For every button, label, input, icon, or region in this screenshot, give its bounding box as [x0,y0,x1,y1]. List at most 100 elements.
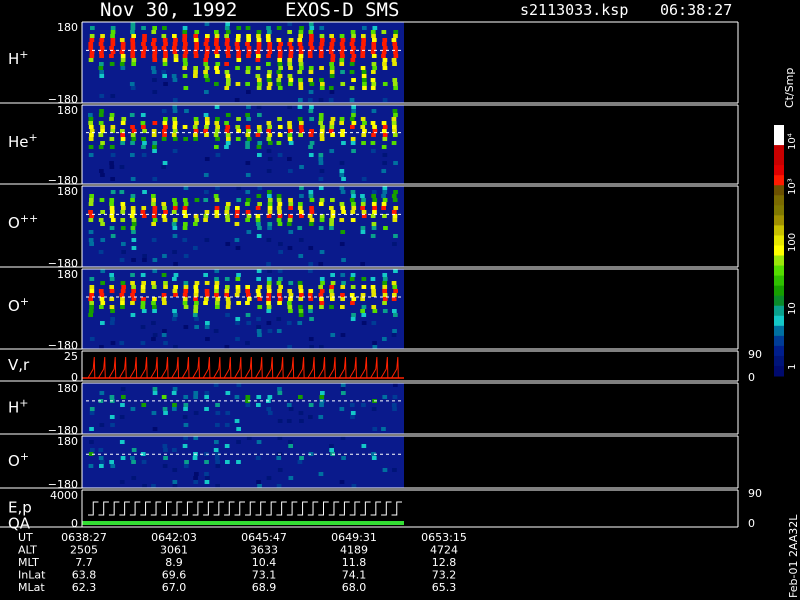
spectrogram-cell [130,281,135,285]
spectrogram-cell [235,246,241,250]
spectrogram-cell [391,58,397,62]
spectrogram-cell [172,484,178,488]
spectrogram-cell [329,206,334,210]
spectrogram-cell [245,145,250,149]
spectrogram-cell [100,238,106,242]
spectrogram-cell [288,66,293,70]
spectrogram-cell [361,285,367,289]
spectrogram-cell [183,325,189,329]
spectrogram-cell [341,456,346,460]
spectrogram-cell [140,210,146,214]
spectrogram-cell [392,42,398,46]
spectrogram-cell [235,66,240,70]
spectrogram-cell [236,427,241,431]
spectrogram-cell [235,289,241,293]
spectrogram-cell [152,210,158,214]
spectrogram-cell [307,54,313,58]
spectrogram-cell [182,34,188,38]
spectrogram-cell [140,289,146,293]
spectrogram-cell [329,42,335,46]
spectrogram-cell [329,149,335,153]
spectrogram-cell [308,222,314,226]
spectrogram-cell [194,42,199,46]
spectrogram-cell [372,345,378,349]
spectrogram-cell [298,125,304,129]
spectrogram-cell [215,297,221,301]
spectrogram-cell [203,218,208,222]
spectrogram-cell [193,293,199,297]
spectrogram-cell [90,448,95,452]
spectrogram-cell [235,285,241,289]
colorbar-swatch [774,155,784,166]
spectrogram-cell [100,269,106,273]
spectrogram-cell [140,121,146,125]
spectrogram-cell [119,293,125,297]
spectrogram-cell [162,161,168,165]
spectrogram-cell [298,34,303,38]
spectrogram-cell [130,293,135,297]
spectrogram-cell [319,42,325,46]
spectrogram-cell [100,141,105,145]
spectrogram-cell [277,202,283,206]
spectrogram-cell [340,206,346,210]
spectrogram-cell [205,321,210,325]
spectrogram-cell [109,277,115,281]
spectrogram-cell [120,133,125,137]
spectrogram-cell [277,86,283,90]
spectrogram-cell [318,177,324,181]
spectrogram-cell [235,317,241,321]
spectrogram-cell [349,277,355,281]
colorbar-swatch [774,315,784,327]
spectrogram-cell [109,161,114,165]
spectrogram-cell [100,34,105,38]
colorbar-swatch [774,245,784,257]
spectrogram-cell [288,202,294,206]
spectrogram-cell [256,125,262,129]
spectrogram-cell [245,70,251,74]
spectrogram-cell [246,321,252,325]
spectrogram-cell [329,70,335,74]
spectrogram-cell [204,133,209,137]
spectrogram-cell [161,297,167,301]
spectrogram-cell [267,190,272,194]
spectrogram-cell [298,285,303,289]
spectrogram-cell [319,403,324,407]
spectrogram-cell [215,46,220,50]
spectrogram-cell [256,194,262,198]
spectrogram-cell [193,411,199,415]
spectrogram-cell [319,289,325,293]
spectrogram-cell [245,190,251,194]
spectrogram-cell [339,173,345,177]
spectrogram-cell [183,407,188,411]
spectrogram-cell [391,210,397,214]
spectrogram-cell [99,460,105,464]
spectrogram-cell [214,54,220,58]
spectrogram-cell [161,46,167,50]
colorbar-swatch [774,215,784,226]
spectrogram-cell [329,448,334,452]
spectrogram-cell [129,82,135,86]
spectrogram-cell [225,313,230,317]
spectrogram-cell [99,38,105,42]
spectrogram-cell [182,444,188,448]
spectrogram-cell [266,149,272,153]
spectrogram-cell [162,74,167,78]
spectrogram-cell [245,82,250,86]
spectrogram-cell [235,38,241,42]
spectrogram-cell [162,38,168,42]
colorbar-swatch [774,175,784,186]
spectrogram-cell [120,226,126,230]
spectrogram-cell [351,113,356,117]
spectrogram-cell [361,198,366,202]
spectrogram-cell [309,198,315,202]
spectrogram-cell [141,403,147,407]
spectrogram-cell [204,54,209,58]
spectrogram-cell [340,82,346,86]
spectrogram-cell [225,202,231,206]
spectrogram-cell [214,281,220,285]
velocity-spin-mark [202,356,211,379]
spectrogram-cell [163,285,168,289]
spectrogram-cell [350,285,356,289]
spectrogram-cell [152,305,157,309]
spectrogram-cell [340,46,346,50]
